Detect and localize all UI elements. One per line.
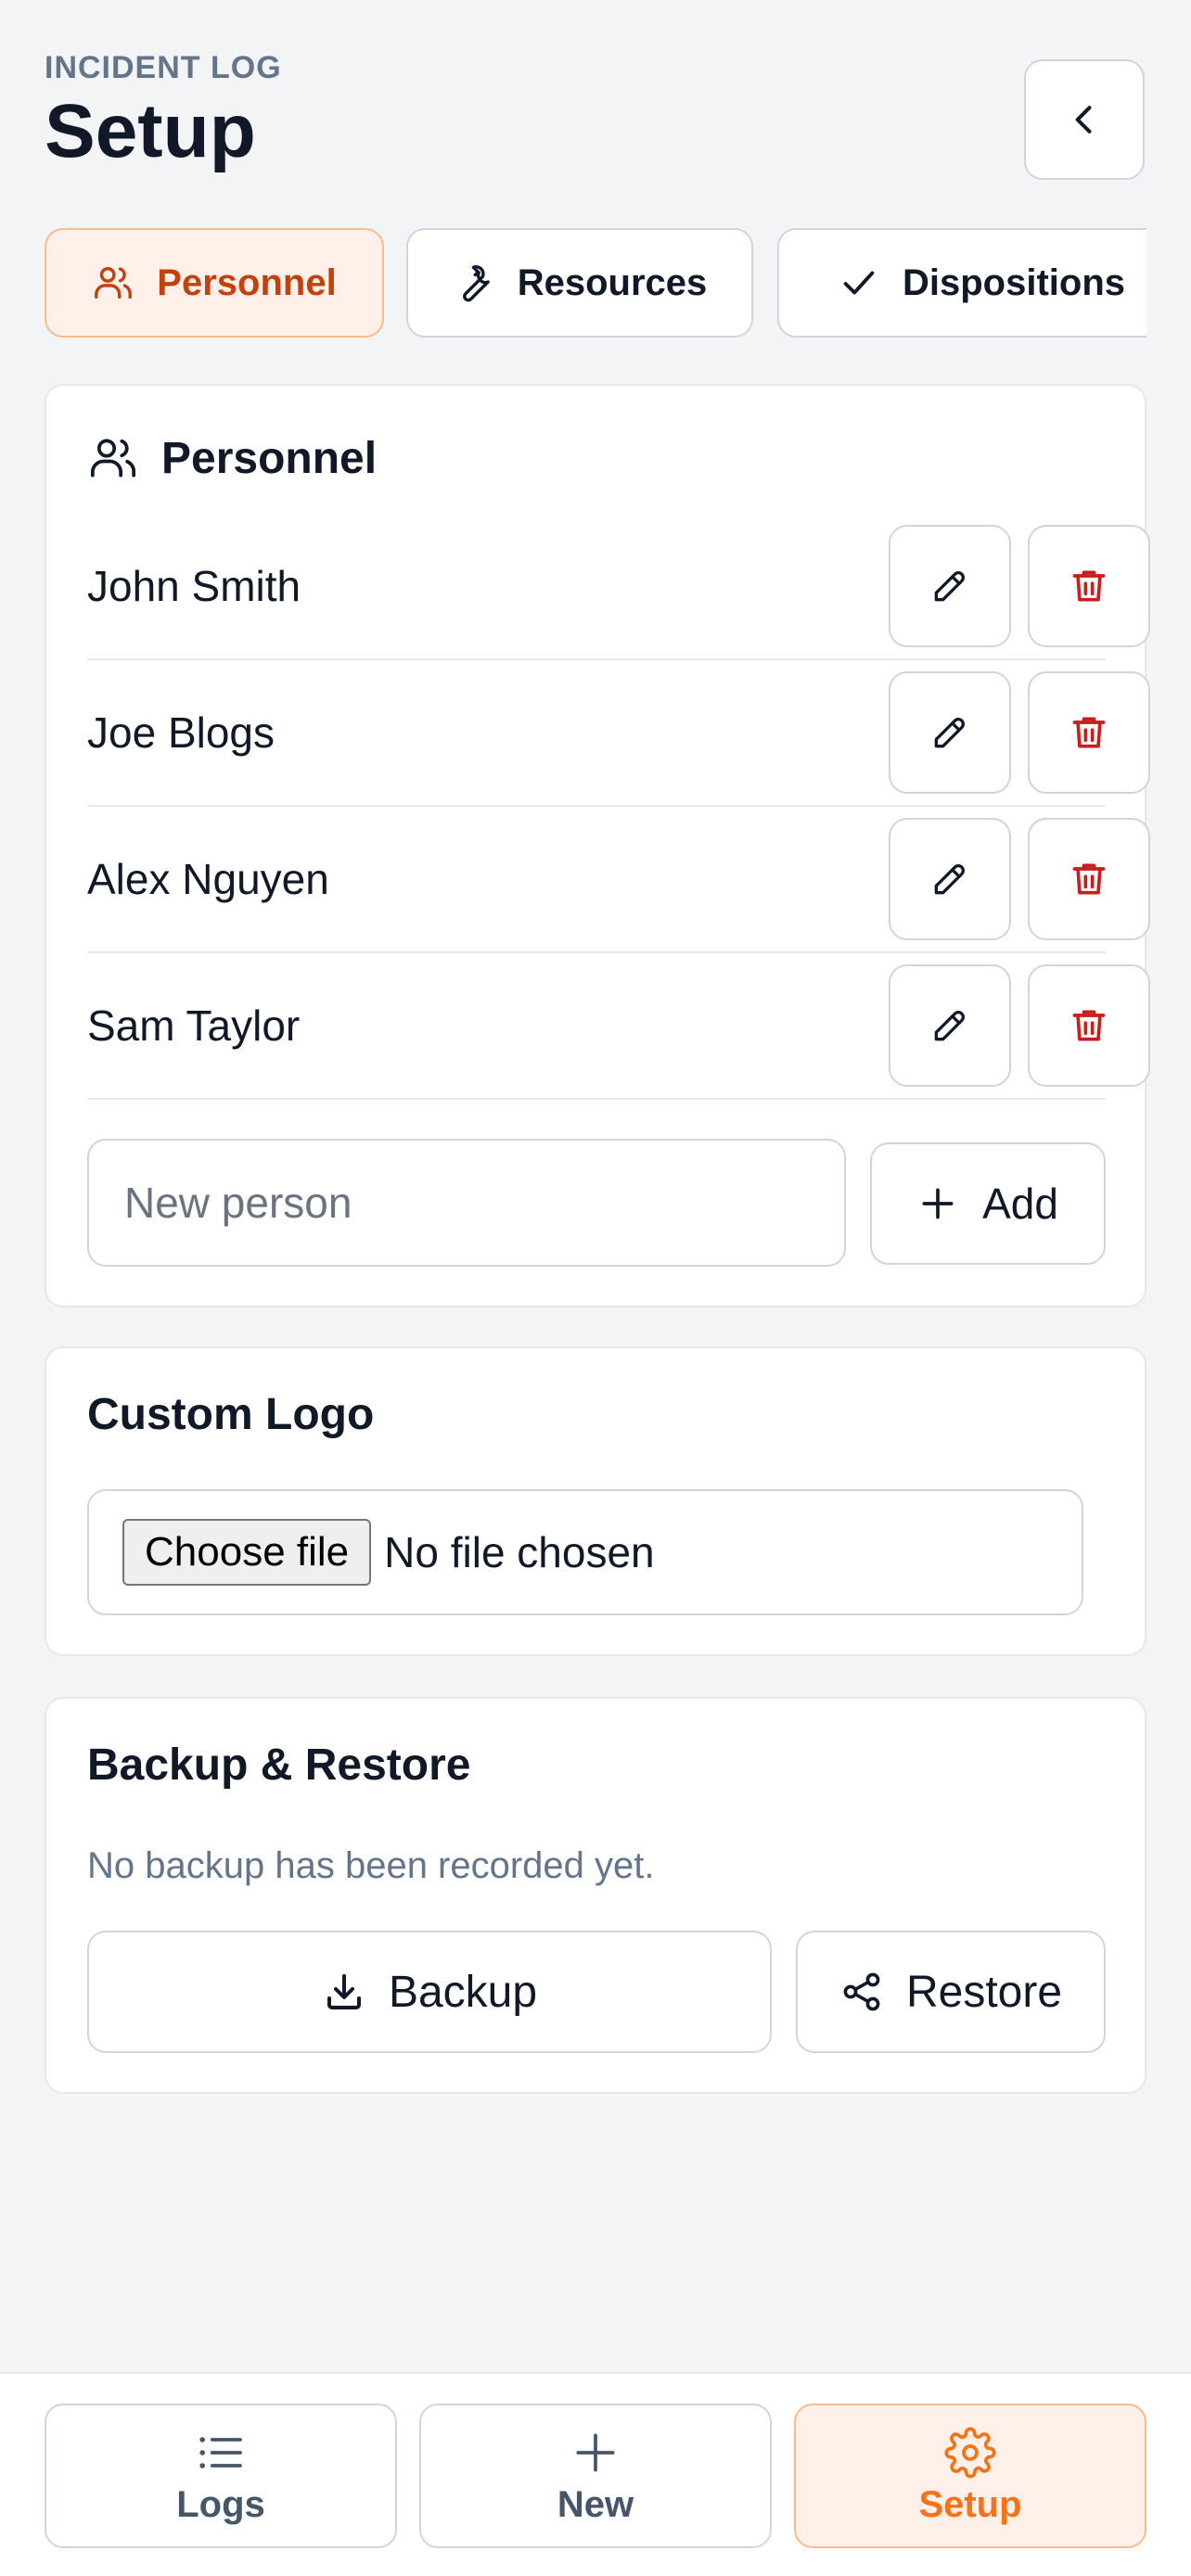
delete-button[interactable] <box>1028 818 1150 940</box>
edit-button[interactable] <box>889 525 1011 647</box>
pencil-icon <box>929 566 970 606</box>
share-icon <box>839 1970 884 2014</box>
nav-label: Logs <box>176 2483 265 2525</box>
list-icon <box>195 2427 247 2479</box>
download-icon <box>322 1970 366 2014</box>
pencil-icon <box>929 1005 970 1046</box>
pencil-icon <box>929 712 970 753</box>
nav-new[interactable]: New <box>419 2404 772 2548</box>
wrench-icon <box>453 261 495 304</box>
edit-button[interactable] <box>889 671 1011 794</box>
tab-label: Personnel <box>157 261 337 303</box>
edit-button[interactable] <box>889 818 1011 940</box>
personnel-title: Personnel <box>161 433 378 483</box>
trash-icon <box>1069 859 1109 899</box>
choose-file-button[interactable]: Choose file <box>122 1519 372 1586</box>
pencil-icon <box>929 859 970 899</box>
check-icon <box>838 261 880 304</box>
trash-icon <box>1069 712 1109 753</box>
logo-file-input[interactable]: Choose file No file chosen <box>87 1489 1083 1615</box>
list-item: John Smith <box>87 514 1150 660</box>
list-item: Sam Taylor <box>87 953 1150 1100</box>
gear-icon <box>944 2427 996 2479</box>
bottom-nav: Logs New Setup <box>0 2372 1191 2576</box>
nav-logs[interactable]: Logs <box>45 2404 397 2548</box>
delete-button[interactable] <box>1028 671 1150 794</box>
tab-label: Resources <box>517 261 708 303</box>
back-button[interactable] <box>1024 59 1145 180</box>
page-header: INCIDENT LOG Setup <box>45 50 282 170</box>
page-title: Setup <box>45 89 256 173</box>
trash-icon <box>1069 566 1109 606</box>
person-name: Sam Taylor <box>87 1001 301 1050</box>
backup-button[interactable]: Backup <box>87 1931 772 2053</box>
nav-label: Setup <box>918 2483 1022 2525</box>
custom-logo-card: Custom Logo Choose file No file chosen <box>45 1346 1146 1656</box>
custom-logo-title: Custom Logo <box>87 1390 375 1439</box>
tab-personnel[interactable]: Personnel <box>45 228 384 338</box>
tab-resources[interactable]: Resources <box>406 228 753 338</box>
edit-button[interactable] <box>889 964 1011 1087</box>
delete-button[interactable] <box>1028 964 1150 1087</box>
delete-button[interactable] <box>1028 525 1150 647</box>
new-person-input[interactable] <box>87 1139 846 1267</box>
plus-icon <box>917 1183 958 1224</box>
person-name: John Smith <box>87 562 301 610</box>
restore-label: Restore <box>905 1967 1063 2017</box>
chevron-left-icon <box>1064 99 1105 140</box>
personnel-card: Personnel John Smith Joe Blogs Alex Nguy… <box>45 384 1150 1307</box>
file-status: No file chosen <box>384 1528 655 1576</box>
tab-label: Dispositions <box>902 261 1126 303</box>
list-item: Joe Blogs <box>87 660 1150 807</box>
tab-dispositions[interactable]: Dispositions <box>777 228 1146 338</box>
backup-title: Backup & Restore <box>87 1741 471 1790</box>
add-person-button[interactable]: Add <box>870 1142 1106 1265</box>
trash-icon <box>1069 1005 1109 1046</box>
restore-button[interactable]: Restore <box>796 1931 1106 2053</box>
nav-label: New <box>557 2483 634 2525</box>
add-label: Add <box>982 1180 1058 1228</box>
person-name: Joe Blogs <box>87 708 275 757</box>
app-eyebrow: INCIDENT LOG <box>45 50 282 85</box>
plus-icon <box>570 2427 621 2479</box>
person-name: Alex Nguyen <box>87 855 329 903</box>
backup-restore-card: Backup & Restore No backup has been reco… <box>45 1697 1146 2094</box>
list-item: Alex Nguyen <box>87 807 1150 953</box>
backup-status: No backup has been recorded yet. <box>87 1845 655 1886</box>
backup-label: Backup <box>388 1967 538 2017</box>
users-icon <box>92 261 134 304</box>
nav-setup[interactable]: Setup <box>794 2404 1146 2548</box>
users-icon <box>87 432 139 484</box>
personnel-card-header: Personnel <box>87 432 377 484</box>
setup-tabs: Personnel Resources Dispositions <box>45 228 1146 339</box>
